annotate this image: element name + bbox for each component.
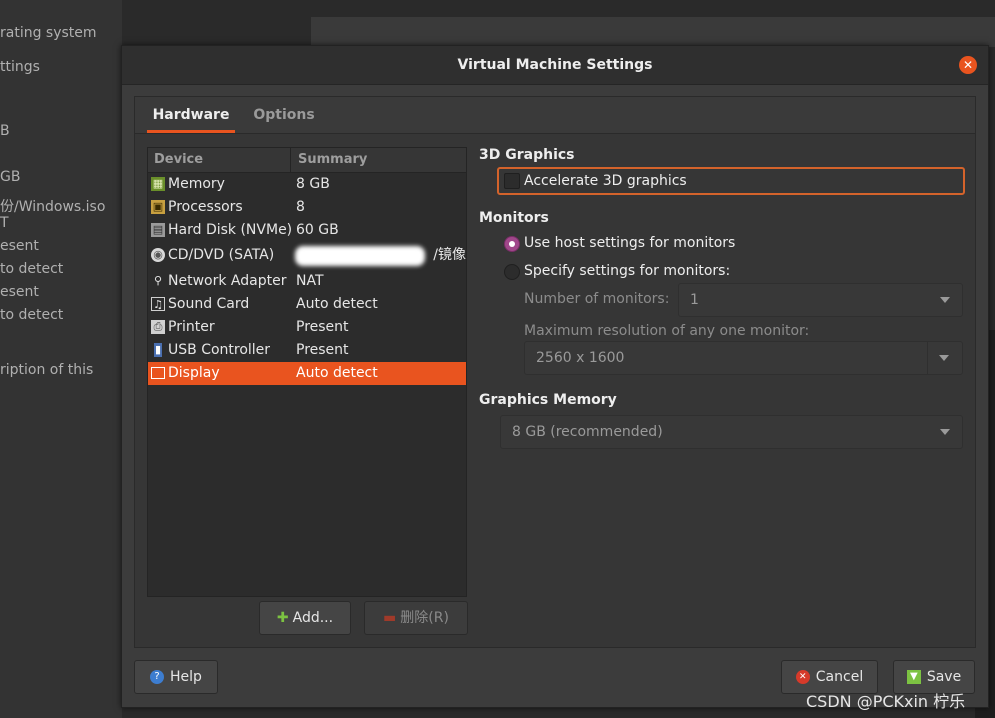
column-header-summary[interactable]: Summary: [298, 148, 367, 172]
accelerate-3d-label[interactable]: Accelerate 3D graphics: [524, 169, 687, 193]
help-button[interactable]: ? Help: [134, 660, 218, 694]
num-monitors-select[interactable]: 1: [678, 283, 963, 317]
add-button[interactable]: ✚ Add...: [259, 601, 351, 635]
max-resolution-label: Maximum resolution of any one monitor:: [524, 323, 810, 339]
max-resolution-value: 2560 x 1600: [536, 350, 625, 366]
device-summary: Auto detect: [296, 365, 378, 381]
background-text: B: [0, 123, 10, 139]
device-summary: Present: [296, 319, 349, 335]
num-monitors-value: 1: [690, 292, 699, 308]
dialog-titlebar: Virtual Machine Settings ✕: [122, 46, 988, 85]
background-text: ttings: [0, 59, 40, 75]
use-host-radio[interactable]: [504, 236, 520, 252]
plus-icon: ✚: [276, 610, 289, 626]
background-text: 份/Windows.iso: [0, 199, 106, 215]
settings-notebook: Hardware Options Device Summary ▦ Memory…: [134, 96, 976, 648]
device-summary: 8: [296, 199, 305, 215]
device-name: Processors: [168, 199, 243, 215]
watermark: CSDN @PCKxin 柠乐: [806, 692, 966, 711]
background-text: ription of this: [0, 362, 94, 378]
redacted-path-overlay: [295, 246, 425, 266]
accelerate-3d-checkbox-row[interactable]: Accelerate 3D graphics: [497, 167, 965, 195]
device-summary: 60 GB: [296, 222, 339, 238]
sound-card-icon: ♫: [151, 297, 165, 311]
chevron-down-icon: [940, 429, 950, 435]
combo-divider: [927, 342, 928, 374]
section-monitors: Monitors: [479, 210, 549, 226]
close-icon: ✕: [962, 58, 974, 72]
device-row-usb[interactable]: ▮ USB Controller Present: [148, 339, 466, 362]
background-text: GB: [0, 169, 21, 185]
tab-options[interactable]: Options: [249, 97, 319, 133]
background-text: to detect: [0, 261, 64, 277]
background-text: esent: [0, 238, 39, 254]
max-resolution-select[interactable]: 2560 x 1600: [524, 341, 963, 375]
accelerate-3d-checkbox[interactable]: [504, 173, 520, 189]
usb-icon: ▮: [154, 343, 162, 357]
device-name: Printer: [168, 319, 215, 335]
background-text: to detect: [0, 307, 64, 323]
display-icon: [151, 367, 165, 379]
save-button-label: Save: [926, 669, 962, 685]
use-host-label[interactable]: Use host settings for monitors: [524, 235, 735, 251]
device-table-header: Device Summary: [148, 148, 466, 173]
device-summary: Auto detect: [296, 296, 378, 312]
remove-button-label: 删除(R): [400, 610, 449, 626]
device-name: Network Adapter: [168, 273, 287, 289]
background-text: rating system: [0, 25, 97, 41]
help-icon: ?: [150, 670, 165, 684]
graphics-memory-select[interactable]: 8 GB (recommended): [500, 415, 963, 449]
specify-monitors-label[interactable]: Specify settings for monitors:: [524, 263, 730, 279]
section-3d-graphics: 3D Graphics: [479, 147, 575, 163]
cancel-button-label: Cancel: [815, 669, 864, 685]
add-button-label: Add...: [292, 610, 334, 626]
close-button[interactable]: ✕: [959, 56, 977, 74]
device-summary: Present: [296, 342, 349, 358]
device-row-printer[interactable]: ⎙ Printer Present: [148, 316, 466, 339]
hard-disk-icon: ▤: [151, 223, 165, 237]
device-name: Sound Card: [168, 296, 250, 312]
device-row-sound-card[interactable]: ♫ Sound Card Auto detect: [148, 293, 466, 316]
specify-monitors-radio[interactable]: [504, 264, 520, 280]
device-row-processors[interactable]: ▣ Processors 8: [148, 196, 466, 219]
cancel-icon: ✕: [795, 670, 810, 684]
device-name: Display: [168, 365, 220, 381]
device-row-display[interactable]: Display Auto detect: [148, 362, 466, 385]
device-summary: 8 GB: [296, 176, 330, 192]
background-text: T: [0, 215, 9, 231]
device-row-memory[interactable]: ▦ Memory 8 GB: [148, 173, 466, 196]
processor-icon: ▣: [151, 200, 165, 214]
printer-icon: ⎙: [151, 320, 165, 334]
device-name: USB Controller: [168, 342, 271, 358]
remove-button[interactable]: ▬ 删除(R): [364, 601, 468, 635]
chevron-down-icon: [939, 355, 949, 361]
column-divider[interactable]: [290, 148, 291, 172]
memory-icon: ▦: [151, 177, 165, 191]
device-row-network[interactable]: ⚲ Network Adapter NAT: [148, 270, 466, 293]
device-table: Device Summary ▦ Memory 8 GB ▣ Processor…: [147, 147, 467, 597]
save-icon: ▼: [906, 670, 921, 684]
background-text: esent: [0, 284, 39, 300]
cd-dvd-icon: ◉: [151, 248, 165, 262]
num-monitors-label: Number of monitors:: [524, 291, 670, 307]
graphics-memory-value: 8 GB (recommended): [512, 424, 663, 440]
tab-bar: Hardware Options: [135, 97, 975, 134]
section-graphics-memory: Graphics Memory: [479, 392, 617, 408]
tab-hardware[interactable]: Hardware: [147, 97, 235, 133]
device-name: Hard Disk (NVMe): [168, 222, 293, 238]
device-row-hard-disk[interactable]: ▤ Hard Disk (NVMe) 60 GB: [148, 219, 466, 242]
dialog-title: Virtual Machine Settings: [457, 57, 653, 73]
device-summary: NAT: [296, 273, 324, 289]
chevron-down-icon: [940, 297, 950, 303]
device-name: CD/DVD (SATA): [168, 247, 275, 263]
device-name: Memory: [168, 176, 225, 192]
background-panel: [311, 17, 995, 47]
vm-settings-dialog: Virtual Machine Settings ✕ Hardware Opti…: [121, 45, 989, 708]
network-icon: ⚲: [153, 274, 163, 287]
background-sidebar: rating system ttings B GB 份/Windows.iso …: [0, 0, 122, 718]
column-header-device[interactable]: Device: [154, 148, 203, 172]
minus-icon: ▬: [383, 610, 397, 626]
help-button-label: Help: [170, 669, 202, 685]
